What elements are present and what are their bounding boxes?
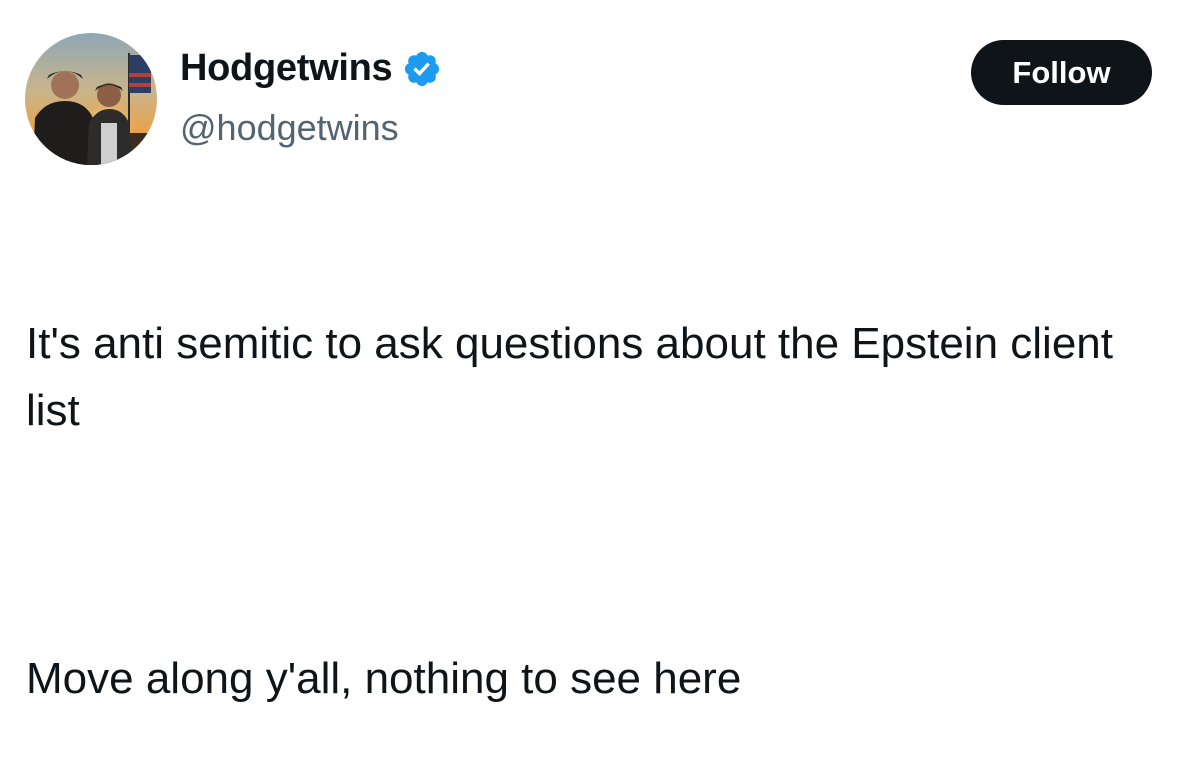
tweet-paragraph: Move along y'all, nothing to see here	[26, 654, 742, 703]
profile-photo	[25, 33, 157, 165]
tweet-paragraph: It's anti semitic to ask questions about…	[26, 319, 1113, 435]
verified-badge-icon	[405, 51, 440, 86]
author-name-row: Hodgetwins	[180, 47, 442, 90]
avatar[interactable]	[25, 33, 157, 165]
tweet-text: It's anti semitic to ask questions about…	[26, 243, 1176, 779]
author-handle[interactable]: @hodgetwins	[180, 107, 399, 149]
display-name[interactable]: Hodgetwins	[180, 47, 393, 90]
follow-button[interactable]: Follow	[971, 40, 1152, 105]
